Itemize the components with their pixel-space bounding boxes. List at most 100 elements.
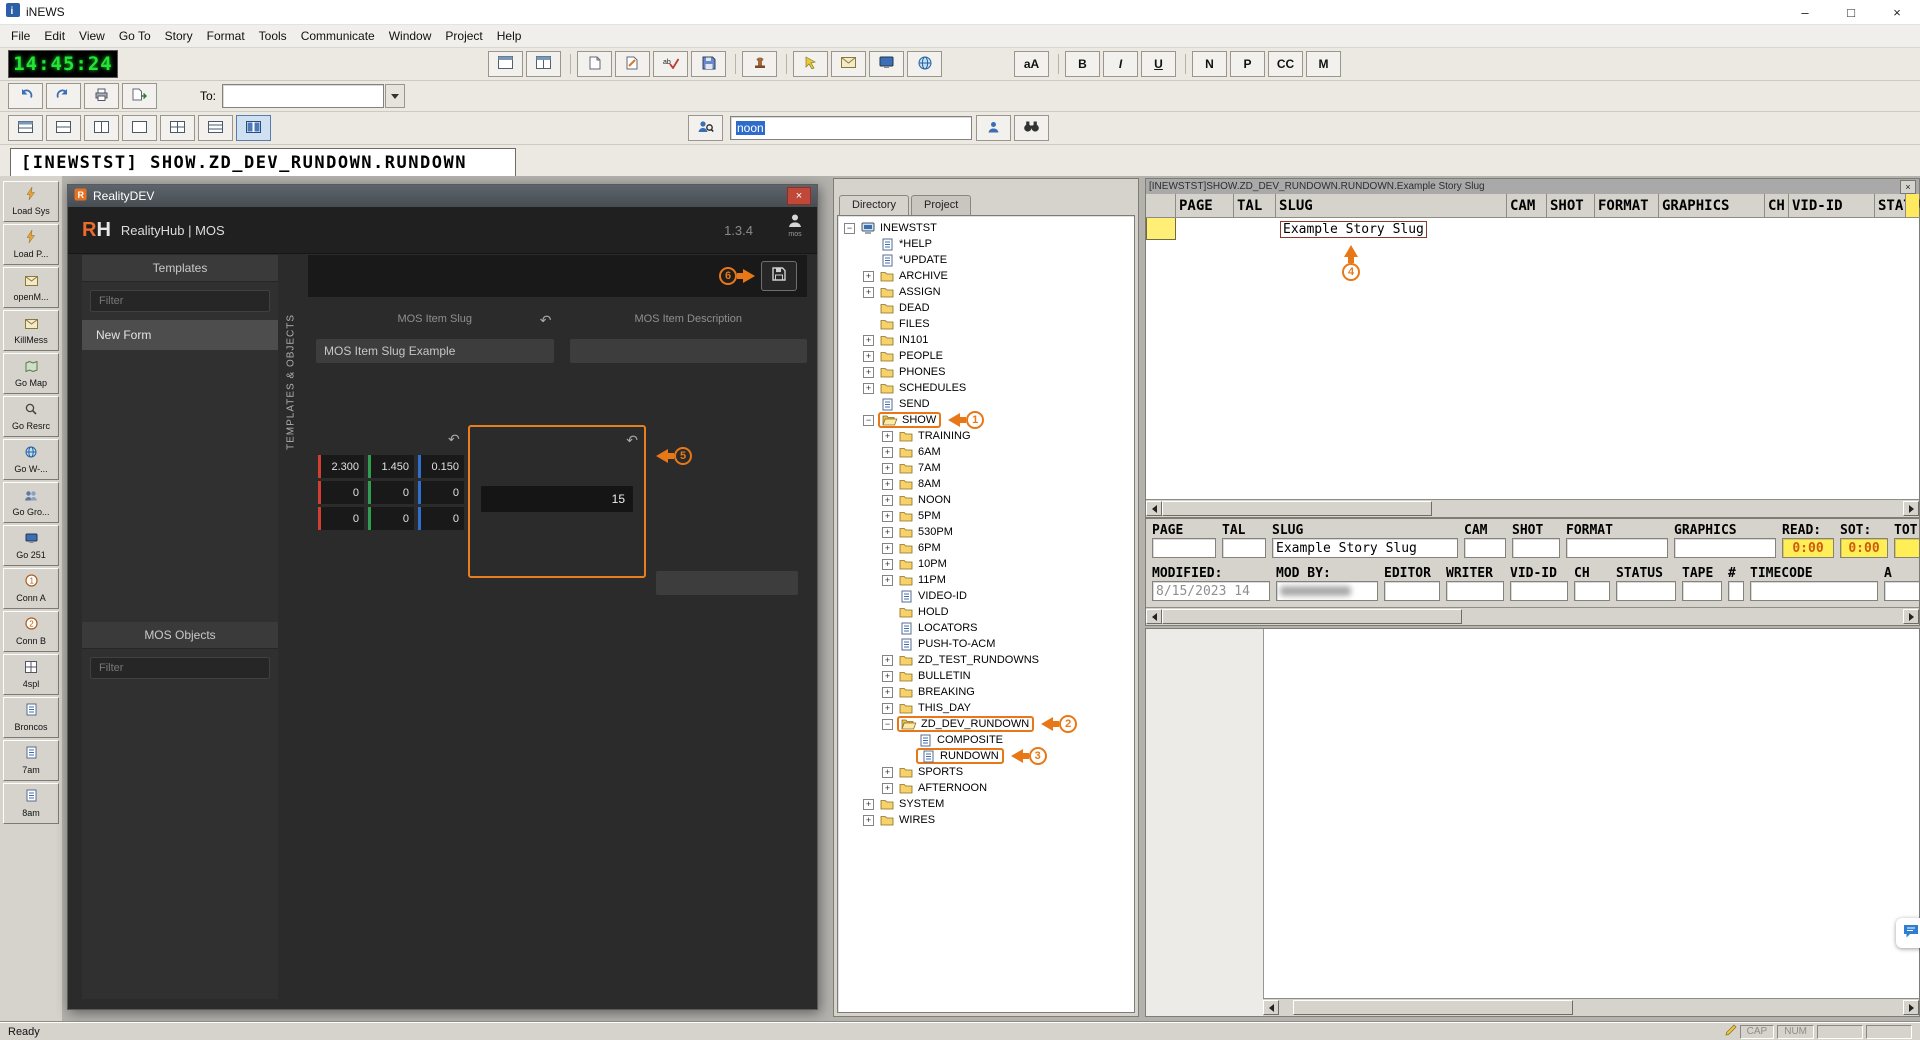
tree-item-7am[interactable]: +7AM	[838, 460, 1134, 476]
undo-matrix-icon[interactable]: ↶	[448, 431, 460, 448]
story-body-panel[interactable]	[1145, 628, 1920, 1017]
mos-item-slug-input[interactable]: MOS Item Slug Example	[316, 339, 554, 363]
duration-input[interactable]: 15	[480, 485, 634, 513]
sidebar-item-conn-b[interactable]: 2Conn B	[3, 611, 59, 652]
menu-item-help[interactable]: Help	[490, 26, 529, 46]
tree-expander-icon[interactable]: +	[882, 543, 893, 554]
sidebar-item-broncos[interactable]: Broncos	[3, 697, 59, 738]
save-story-button[interactable]	[691, 51, 726, 77]
tree-expander-icon[interactable]: +	[882, 767, 893, 778]
tree-expander-icon[interactable]: +	[863, 351, 874, 362]
format-button-n[interactable]: N	[1192, 51, 1227, 77]
tree-expander-icon[interactable]: +	[882, 703, 893, 714]
rundown-row[interactable]: Example Story Slug	[1146, 218, 1919, 240]
rundown-row-marker[interactable]	[1146, 218, 1176, 240]
realityhub-titlebar[interactable]: R RealityDEV ×	[68, 185, 817, 207]
tree-item-help[interactable]: *HELP	[838, 236, 1134, 252]
format-button-i[interactable]: I	[1103, 51, 1138, 77]
approve-stamp-button[interactable]	[742, 51, 777, 77]
scroll-left-button[interactable]	[1263, 1000, 1279, 1015]
tree-item-hold[interactable]: HOLD	[838, 604, 1134, 620]
tree-item-push-to-acm[interactable]: PUSH-TO-ACM	[838, 636, 1134, 652]
format-button-cc[interactable]: CC	[1268, 51, 1303, 77]
story-body-hscrollbar[interactable]	[1263, 998, 1919, 1016]
sidebar-item-go-251[interactable]: Go 251	[3, 525, 59, 566]
tree-item-6pm[interactable]: +6PM	[838, 540, 1134, 556]
tree-item-show[interactable]: −SHOW1	[838, 412, 1134, 428]
tree-expander-icon[interactable]: +	[882, 431, 893, 442]
menu-item-window[interactable]: Window	[382, 26, 439, 46]
notification-bubble-icon[interactable]	[1896, 918, 1920, 948]
tree-item-people[interactable]: +PEOPLE	[838, 348, 1134, 364]
tree-item-composite[interactable]: COMPOSITE	[838, 732, 1134, 748]
minimize-button[interactable]: –	[1782, 0, 1828, 24]
tree-item-breaking[interactable]: +BREAKING	[838, 684, 1134, 700]
menu-item-edit[interactable]: Edit	[37, 26, 72, 46]
tree-item-training[interactable]: +TRAINING	[838, 428, 1134, 444]
tree-item-assign[interactable]: +ASSIGN	[838, 284, 1134, 300]
tree-item-in101[interactable]: +IN101	[838, 332, 1134, 348]
new-window-button[interactable]	[488, 51, 523, 77]
print-story-button[interactable]	[84, 83, 119, 109]
rundown-col-page[interactable]: PAGE	[1176, 194, 1234, 218]
matrix-cell-0-0[interactable]: 2.300	[318, 455, 364, 478]
form-field-timecode[interactable]	[1750, 581, 1878, 601]
rundown-cell-page[interactable]	[1176, 218, 1234, 240]
tree-expander-icon[interactable]: +	[863, 287, 874, 298]
close-button[interactable]: ×	[1874, 0, 1920, 24]
extra-field-input[interactable]	[656, 571, 798, 595]
tree-item-sports[interactable]: +SPORTS	[838, 764, 1134, 780]
pointer-tool-button[interactable]	[793, 51, 828, 77]
matrix-cell-2-0[interactable]: 0	[318, 507, 364, 530]
maximize-button[interactable]: □	[1828, 0, 1874, 24]
view-rows-button[interactable]	[198, 115, 233, 141]
sidebar-item-4spl[interactable]: 4spl	[3, 654, 59, 695]
scroll-track[interactable]	[1162, 501, 1903, 516]
sidebar-item-conn-a[interactable]: 1Conn A	[3, 568, 59, 609]
tree-expander-icon[interactable]: +	[863, 335, 874, 346]
menu-item-tools[interactable]: Tools	[252, 26, 294, 46]
scroll-right-button[interactable]	[1903, 609, 1919, 624]
scroll-right-button[interactable]	[1903, 501, 1919, 516]
tree-item-archive[interactable]: +ARCHIVE	[838, 268, 1134, 284]
rundown-cell-status[interactable]	[1875, 218, 1920, 240]
rundown-cell-format[interactable]	[1595, 218, 1659, 240]
spell-check-button[interactable]: ab	[653, 51, 688, 77]
edit-document-button[interactable]	[615, 51, 650, 77]
form-field-ch[interactable]	[1574, 581, 1610, 601]
form-field-mod-by[interactable]	[1276, 581, 1378, 601]
sidebar-item-go-map[interactable]: Go Map	[3, 353, 59, 394]
tree-expander-icon[interactable]: +	[882, 687, 893, 698]
tree-expander-icon[interactable]: +	[882, 655, 893, 666]
form-field-format[interactable]	[1566, 538, 1668, 558]
tree-item-schedules[interactable]: +SCHEDULES	[838, 380, 1134, 396]
search-user-button[interactable]	[688, 115, 723, 141]
form-field-writer[interactable]	[1446, 581, 1504, 601]
matrix-cell-2-2[interactable]: 0	[418, 507, 464, 530]
nav-back-button[interactable]	[8, 83, 43, 109]
format-button-aa[interactable]: aA	[1014, 51, 1049, 77]
menu-item-project[interactable]: Project	[438, 26, 489, 46]
rundown-titlebar[interactable]: [INEWSTST]SHOW.ZD_DEV_RUNDOWN.RUNDOWN.Ex…	[1146, 179, 1919, 194]
view-grid-button[interactable]	[8, 115, 43, 141]
tree-item-dead[interactable]: DEAD	[838, 300, 1134, 316]
tree-item-afternoon[interactable]: +AFTERNOON	[838, 780, 1134, 796]
rundown-col-shot[interactable]: SHOT	[1547, 194, 1595, 218]
scroll-track[interactable]	[1162, 609, 1903, 624]
templates-filter-input[interactable]	[90, 290, 270, 312]
form-field-sot[interactable]: 0:00	[1840, 538, 1888, 558]
tree-item-video-id[interactable]: VIDEO-ID	[838, 588, 1134, 604]
form-field-graphics[interactable]	[1674, 538, 1776, 558]
sidebar-item-go-resrc[interactable]: Go Resrc	[3, 396, 59, 437]
menu-item-file[interactable]: File	[4, 26, 37, 46]
mos-item-description-input[interactable]	[570, 339, 808, 363]
matrix-cell-0-2[interactable]: 0.150	[418, 455, 464, 478]
rundown-cell-tal[interactable]	[1234, 218, 1276, 240]
menu-item-view[interactable]: View	[72, 26, 112, 46]
sidebar-item-load-p[interactable]: Load P...	[3, 224, 59, 265]
rundown-col-slug[interactable]: SLUG	[1276, 194, 1507, 218]
tree-item-phones[interactable]: +PHONES	[838, 364, 1134, 380]
sidebar-item-go-w[interactable]: Go W-...	[3, 439, 59, 480]
menu-item-story[interactable]: Story	[158, 26, 200, 46]
form-field-a[interactable]	[1884, 581, 1920, 601]
